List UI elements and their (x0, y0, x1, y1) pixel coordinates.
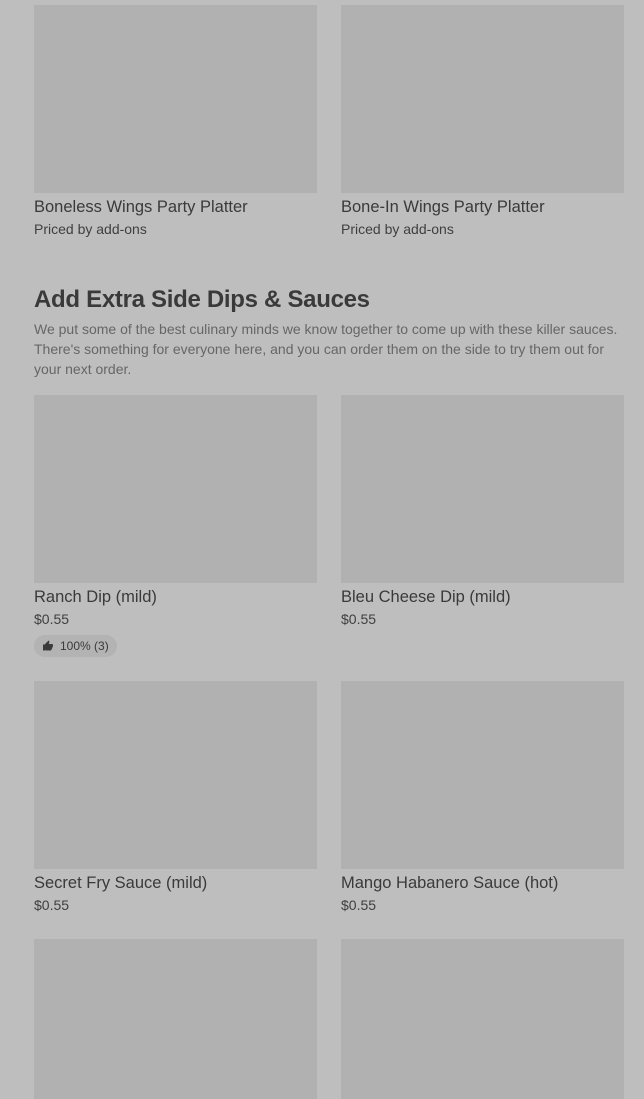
item-card-boneless-wings[interactable]: Boneless Wings Party Platter Priced by a… (34, 5, 317, 239)
section-title: Add Extra Side Dips & Sauces (34, 286, 370, 313)
platter-grid: Boneless Wings Party Platter Priced by a… (34, 5, 624, 239)
item-name: Secret Fry Sauce (mild) (34, 874, 208, 892)
item-price: $0.55 (34, 897, 70, 913)
section-description: We put some of the best culinary minds w… (34, 321, 618, 377)
item-name: Bleu Cheese Dip (mild) (341, 588, 511, 606)
item-card-bone-in-wings[interactable]: Bone-In Wings Party Platter Priced by ad… (341, 5, 624, 239)
item-price: $0.55 (341, 897, 377, 913)
item-image[interactable] (341, 395, 624, 583)
item-image[interactable] (34, 5, 317, 193)
item-card-bleu-cheese-dip[interactable]: Bleu Cheese Dip (mild) $0.55 (341, 395, 624, 657)
thumbs-up-icon (43, 640, 53, 651)
item-image[interactable] (34, 395, 317, 583)
rating-text: 100% (3) (60, 639, 109, 653)
rating-badge: 100% (3) (34, 635, 117, 657)
item-image[interactable] (34, 939, 317, 1099)
item-name: Ranch Dip (mild) (34, 588, 157, 606)
item-name: Bone-In Wings Party Platter (341, 198, 545, 216)
item-price: $0.55 (34, 611, 70, 627)
item-image[interactable] (34, 681, 317, 869)
item-price: Priced by add-ons (34, 221, 147, 237)
item-image[interactable] (341, 939, 624, 1099)
dips-grid-row-2: Secret Fry Sauce (mild) $0.55 Mango Haba… (34, 681, 624, 915)
item-price: Priced by add-ons (341, 221, 454, 237)
item-image[interactable] (341, 5, 624, 193)
item-name: Mango Habanero Sauce (hot) (341, 874, 559, 892)
item-card[interactable] (341, 939, 624, 1099)
item-card-secret-fry-sauce[interactable]: Secret Fry Sauce (mild) $0.55 (34, 681, 317, 915)
item-price: $0.55 (341, 611, 377, 627)
item-card-ranch-dip[interactable]: Ranch Dip (mild) $0.55 100% (3) (34, 395, 317, 657)
dips-grid-row-3 (34, 939, 624, 1099)
item-card-mango-habanero-sauce[interactable]: Mango Habanero Sauce (hot) $0.55 (341, 681, 624, 915)
item-card[interactable] (34, 939, 317, 1099)
item-name: Boneless Wings Party Platter (34, 198, 248, 216)
dips-grid-row-1: Ranch Dip (mild) $0.55 100% (3) Bleu Che… (34, 395, 624, 657)
item-image[interactable] (341, 681, 624, 869)
